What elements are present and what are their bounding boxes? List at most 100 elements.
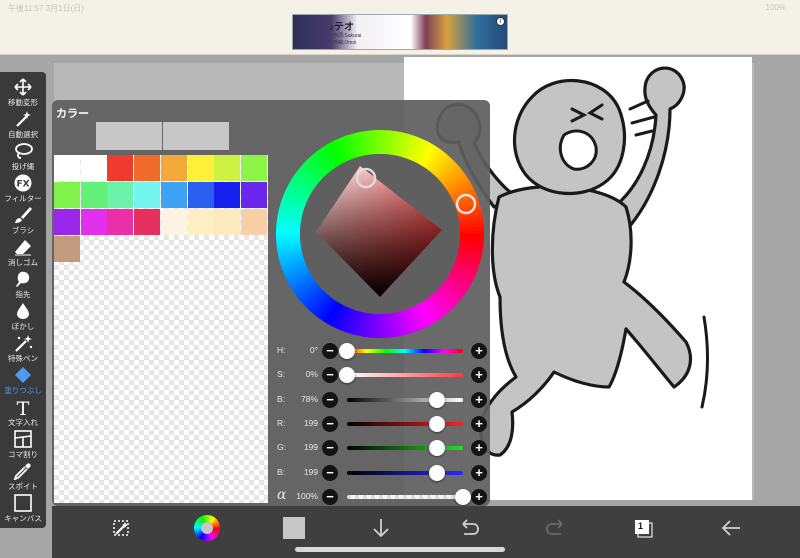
palette-swatch[interactable] bbox=[107, 209, 134, 235]
palette-swatch[interactable] bbox=[80, 182, 107, 208]
slider-track[interactable] bbox=[347, 470, 463, 475]
ad-info-icon[interactable]: i bbox=[496, 17, 505, 26]
palette-swatch[interactable] bbox=[240, 182, 267, 208]
increment-button[interactable]: + bbox=[471, 464, 487, 481]
palette-swatch[interactable] bbox=[80, 155, 107, 181]
current-color-button[interactable] bbox=[281, 515, 307, 541]
eraser-icon bbox=[15, 240, 31, 256]
tool-eraser[interactable]: 消しゴム bbox=[0, 236, 46, 268]
download-button[interactable] bbox=[368, 515, 394, 541]
tool-auto-select[interactable]: 自動選択 bbox=[0, 108, 46, 140]
move-icon bbox=[14, 78, 32, 96]
palette-swatch[interactable] bbox=[160, 155, 187, 181]
slider-track[interactable] bbox=[347, 397, 463, 402]
tool-text[interactable]: T 文字入れ bbox=[0, 396, 46, 428]
palette-swatch[interactable] bbox=[54, 236, 80, 262]
tool-filter[interactable]: FX フィルター bbox=[0, 172, 46, 204]
palette-swatch[interactable] bbox=[134, 155, 161, 181]
text-icon: T bbox=[17, 398, 30, 416]
tool-lasso[interactable]: 投げ縄 bbox=[0, 140, 46, 172]
redo-button[interactable] bbox=[543, 515, 569, 541]
increment-button[interactable]: + bbox=[471, 440, 487, 457]
tool-special-pen[interactable]: 特殊ペン bbox=[0, 332, 46, 364]
decrement-button[interactable]: − bbox=[322, 440, 338, 457]
tool-label: 特殊ペン bbox=[8, 354, 38, 363]
hue-ring[interactable] bbox=[272, 130, 488, 338]
tool-frame-divider[interactable]: コマ割り bbox=[0, 428, 46, 460]
back-button[interactable] bbox=[718, 515, 744, 541]
decrement-button[interactable]: − bbox=[322, 415, 338, 432]
increment-button[interactable]: + bbox=[471, 415, 487, 432]
palette-swatch[interactable] bbox=[160, 182, 187, 208]
decrement-button[interactable]: − bbox=[322, 464, 338, 481]
layers-badge: 1 bbox=[638, 521, 644, 531]
decrement-button[interactable]: − bbox=[322, 343, 338, 359]
tool-brush[interactable]: ブラシ bbox=[0, 204, 46, 236]
palette-swatch[interactable] bbox=[187, 155, 214, 181]
palette-swatch[interactable] bbox=[214, 182, 241, 208]
tool-blur[interactable]: ぼかし bbox=[0, 300, 46, 332]
slider-track[interactable] bbox=[347, 446, 463, 451]
color-palette[interactable] bbox=[54, 155, 268, 503]
palette-swatch[interactable] bbox=[54, 182, 80, 208]
color-wheel-icon bbox=[194, 515, 220, 541]
tool-fill[interactable]: 塗りつぶし bbox=[0, 364, 46, 396]
slider-knob[interactable] bbox=[339, 343, 355, 359]
slider-knob[interactable] bbox=[429, 440, 446, 457]
tool-label: 自動選択 bbox=[8, 130, 38, 139]
tool-smudge[interactable]: 指先 bbox=[0, 268, 46, 300]
tool-move[interactable]: 移動変形 bbox=[0, 76, 46, 108]
slider-knob[interactable] bbox=[455, 488, 471, 505]
palette-swatch[interactable] bbox=[187, 182, 214, 208]
tool-canvas[interactable]: キャンバス bbox=[0, 492, 46, 524]
slider-track[interactable] bbox=[347, 349, 463, 353]
layers-button[interactable]: 1 bbox=[630, 515, 656, 541]
ad-banner[interactable]: ♪テオ 作詞:Sakurai 作曲:Omoi i bbox=[292, 14, 508, 50]
palette-swatch[interactable] bbox=[214, 209, 241, 235]
palette-swatch[interactable] bbox=[160, 209, 187, 235]
brush-icon bbox=[15, 207, 32, 223]
slider-green: G: 199− + bbox=[274, 437, 488, 459]
increment-button[interactable]: + bbox=[471, 367, 487, 384]
current-color-swatch[interactable] bbox=[96, 122, 162, 150]
palette-swatch[interactable] bbox=[80, 209, 107, 235]
increment-button[interactable]: + bbox=[471, 488, 487, 505]
palette-swatch[interactable] bbox=[187, 209, 214, 235]
decrement-button[interactable]: − bbox=[322, 488, 338, 505]
redo-icon bbox=[546, 519, 563, 535]
tool-label: 消しゴム bbox=[8, 258, 38, 267]
color-wheel-button[interactable] bbox=[194, 515, 220, 541]
palette-swatch[interactable] bbox=[214, 155, 241, 181]
slider-knob[interactable] bbox=[429, 391, 446, 408]
slider-track[interactable] bbox=[347, 494, 463, 499]
palette-swatch[interactable] bbox=[107, 182, 134, 208]
decrement-button[interactable]: − bbox=[322, 367, 338, 384]
increment-button[interactable]: + bbox=[471, 343, 487, 359]
slider-bri: B: 78% − + bbox=[274, 389, 488, 411]
slider-knob[interactable] bbox=[429, 464, 446, 481]
palette-swatch[interactable] bbox=[107, 155, 134, 181]
palette-swatch[interactable] bbox=[240, 209, 267, 235]
decrement-button[interactable]: − bbox=[322, 391, 338, 408]
slider-label: G: bbox=[277, 442, 286, 453]
palette-swatch[interactable] bbox=[134, 182, 161, 208]
back-arrow-icon bbox=[721, 520, 740, 536]
palette-swatch[interactable] bbox=[240, 155, 267, 181]
palette-swatch[interactable] bbox=[134, 209, 161, 235]
increment-button[interactable]: + bbox=[471, 391, 487, 408]
slider-label: R: bbox=[277, 417, 286, 428]
svg-text:T: T bbox=[17, 398, 30, 416]
palette-swatch[interactable] bbox=[54, 209, 80, 235]
slider-knob[interactable] bbox=[339, 367, 355, 384]
undo-button[interactable] bbox=[456, 515, 482, 541]
previous-color-swatch[interactable] bbox=[163, 122, 229, 150]
palette-swatch[interactable] bbox=[54, 155, 80, 181]
smudge-icon bbox=[16, 271, 30, 287]
tool-label: キャンバス bbox=[4, 514, 42, 523]
slider-track[interactable] bbox=[347, 373, 463, 378]
tool-eyedropper[interactable]: スポイト bbox=[0, 460, 46, 492]
color-wheel[interactable] bbox=[272, 130, 488, 338]
slider-track[interactable] bbox=[347, 421, 463, 426]
transform-select-button[interactable] bbox=[108, 515, 134, 541]
slider-knob[interactable] bbox=[429, 415, 446, 432]
